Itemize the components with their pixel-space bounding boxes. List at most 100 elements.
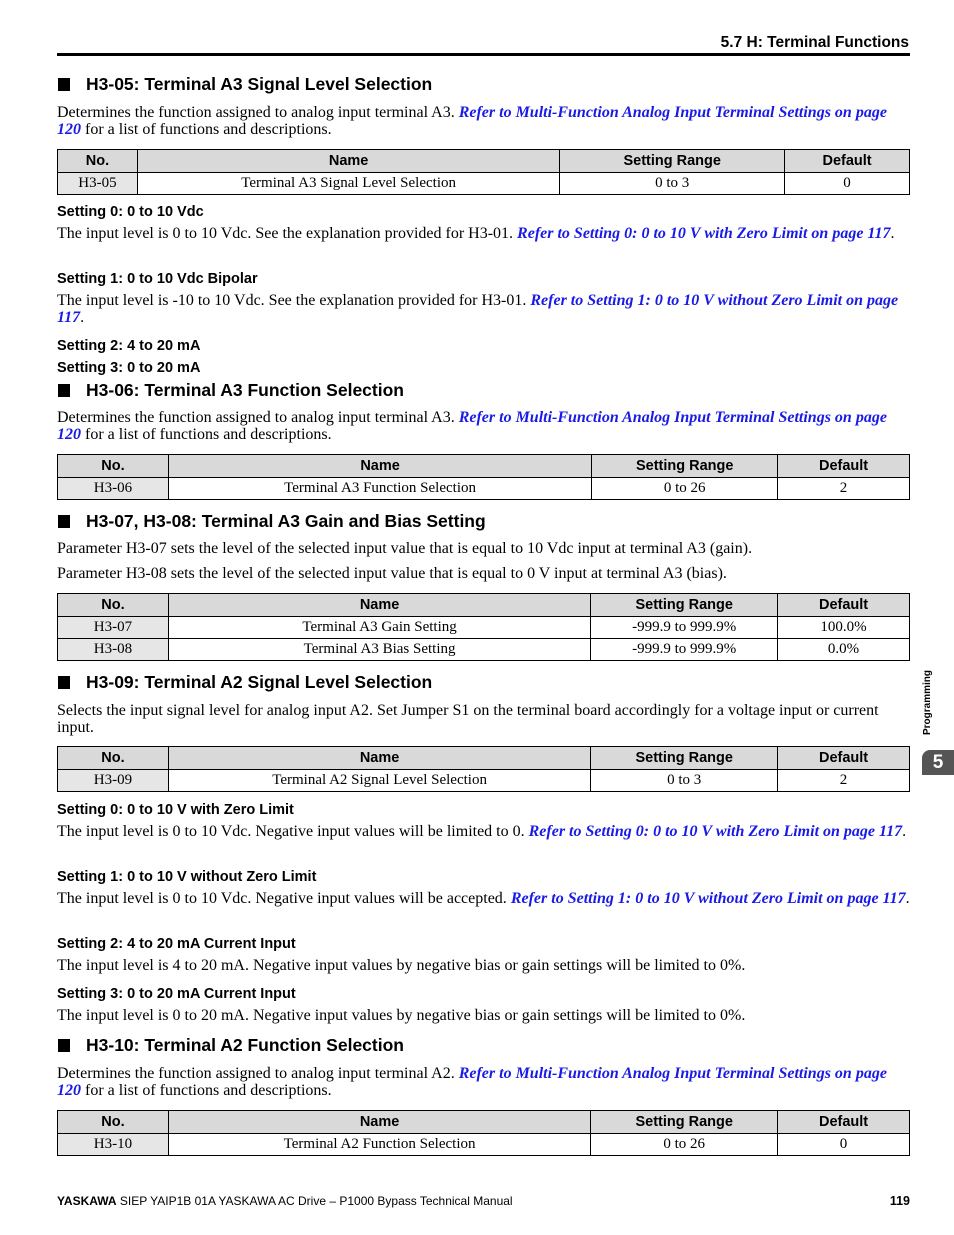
section-intro: Determines the function assigned to anal…	[57, 409, 910, 443]
column-header-name: Name	[167, 454, 593, 478]
cell-setting-range: 0 to 26	[591, 477, 779, 500]
cell-name: Terminal A3 Bias Setting	[167, 638, 592, 661]
cell-name: Terminal A3 Gain Setting	[167, 616, 592, 639]
table-row: H3-10 Terminal A2 Function Selection 0 t…	[57, 1133, 910, 1156]
parameter-table: No. Name Setting Range Default H3-07 Ter…	[57, 593, 910, 661]
cell-name: Terminal A3 Function Selection	[167, 477, 593, 500]
column-header-no: No.	[57, 1110, 169, 1134]
cell-no: H3-08	[57, 638, 169, 661]
setting-heading: Setting 0: 0 to 10 Vdc	[57, 204, 204, 220]
cell-setting-range: 0 to 3	[590, 769, 779, 792]
column-header-setting-range: Setting Range	[559, 149, 786, 173]
cross-reference-link[interactable]: Refer to Setting 1: 0 to 10 V without Ze…	[511, 890, 906, 907]
setting-text-tail: .	[80, 309, 85, 326]
header-title: 5.7 H: Terminal Functions	[720, 34, 909, 51]
square-bullet-icon	[58, 78, 70, 91]
chapter-tab[interactable]: 5	[922, 750, 954, 775]
setting-heading: Setting 3: 0 to 20 mA	[57, 360, 201, 376]
cell-setting-range: 0 to 3	[559, 172, 786, 195]
column-header-name: Name	[167, 746, 592, 770]
square-bullet-icon	[58, 676, 70, 689]
setting-text-tail: .	[890, 225, 895, 242]
cell-name: Terminal A2 Function Selection	[167, 1133, 592, 1156]
cell-name: Terminal A2 Signal Level Selection	[167, 769, 592, 792]
setting-text-tail: .	[905, 890, 910, 907]
setting-description: The input level is -10 to 10 Vdc. See th…	[57, 292, 910, 326]
intro-text: Determines the function assigned to anal…	[57, 1065, 459, 1082]
section-heading-text: H3-07, H3-08: Terminal A3 Gain and Bias …	[86, 511, 486, 531]
footer-doc-text: SIEP YAIP1B 01A YASKAWA AC Drive – P1000…	[116, 1194, 513, 1208]
parameter-table: No. Name Setting Range Default H3-05 Ter…	[57, 149, 910, 195]
cell-no: H3-07	[57, 616, 169, 639]
column-header-no: No.	[57, 746, 169, 770]
column-header-name: Name	[167, 1110, 592, 1134]
column-header-no: No.	[57, 454, 169, 478]
setting-text: The input level is 0 to 10 Vdc. Negative…	[57, 823, 529, 840]
footer-brand: YASKAWA	[57, 1194, 117, 1208]
section-heading-text: H3-09: Terminal A2 Signal Level Selectio…	[86, 672, 433, 692]
setting-heading: Setting 0: 0 to 10 V with Zero Limit	[57, 802, 294, 818]
table-header-row: No. Name Setting Range Default	[57, 454, 910, 478]
section-paragraph: Parameter H3-08 sets the level of the se…	[57, 565, 727, 582]
section-intro: Determines the function assigned to anal…	[57, 104, 910, 138]
cell-no: H3-09	[57, 769, 169, 792]
cross-reference-link[interactable]: Refer to Setting 0: 0 to 10 V with Zero …	[529, 823, 903, 840]
table-row: H3-07 Terminal A3 Gain Setting -999.9 to…	[57, 616, 910, 639]
setting-heading: Setting 2: 4 to 20 mA Current Input	[57, 936, 296, 952]
section-heading-h3-06: H3-06: Terminal A3 Function Selection	[57, 380, 404, 401]
cross-reference-link[interactable]: Refer to Setting 0: 0 to 10 V with Zero …	[517, 225, 891, 242]
section-heading-h3-07-h3-08: H3-07, H3-08: Terminal A3 Gain and Bias …	[57, 511, 486, 532]
cell-setting-range: -999.9 to 999.9%	[590, 638, 779, 661]
table-header-row: No. Name Setting Range Default	[57, 149, 910, 173]
column-header-no: No.	[57, 149, 138, 173]
table-header-row: No. Name Setting Range Default	[57, 1110, 910, 1134]
square-bullet-icon	[58, 515, 70, 528]
setting-text: The input level is 0 to 10 Vdc. Negative…	[57, 890, 511, 907]
setting-description: The input level is 4 to 20 mA. Negative …	[57, 957, 746, 974]
setting-description: The input level is 0 to 10 Vdc. Negative…	[57, 890, 910, 907]
parameter-table: No. Name Setting Range Default H3-09 Ter…	[57, 746, 910, 792]
cell-name: Terminal A3 Signal Level Selection	[136, 172, 561, 195]
chapter-side-label: Programming	[922, 669, 933, 735]
table-header-row: No. Name Setting Range Default	[57, 746, 910, 770]
section-intro: Determines the function assigned to anal…	[57, 1065, 910, 1099]
table-row: H3-05 Terminal A3 Signal Level Selection…	[57, 172, 910, 195]
setting-heading: Setting 3: 0 to 20 mA Current Input	[57, 986, 296, 1002]
cell-setting-range: -999.9 to 999.9%	[590, 616, 779, 639]
setting-text-tail: .	[902, 823, 907, 840]
cell-default: 0.0%	[777, 638, 910, 661]
cell-no: H3-05	[57, 172, 138, 195]
setting-description: The input level is 0 to 10 Vdc. See the …	[57, 225, 910, 242]
section-paragraph: Parameter H3-07 sets the level of the se…	[57, 540, 753, 557]
parameter-table: No. Name Setting Range Default H3-06 Ter…	[57, 454, 910, 500]
cell-default: 2	[777, 477, 910, 500]
column-header-no: No.	[57, 593, 169, 617]
table-row: H3-08 Terminal A3 Bias Setting -999.9 to…	[57, 638, 910, 661]
column-header-setting-range: Setting Range	[590, 746, 779, 770]
setting-heading: Setting 1: 0 to 10 V without Zero Limit	[57, 869, 317, 885]
section-heading-text: H3-05: Terminal A3 Signal Level Selectio…	[86, 74, 433, 94]
section-heading-text: H3-10: Terminal A2 Function Selection	[86, 1035, 404, 1055]
setting-description: The input level is 0 to 10 Vdc. Negative…	[57, 823, 910, 840]
column-header-default: Default	[777, 746, 910, 770]
square-bullet-icon	[58, 1039, 70, 1052]
section-heading-h3-05: H3-05: Terminal A3 Signal Level Selectio…	[57, 74, 432, 95]
cell-default: 0	[784, 172, 910, 195]
column-header-setting-range: Setting Range	[591, 454, 779, 478]
column-header-setting-range: Setting Range	[590, 593, 779, 617]
section-heading-h3-09: H3-09: Terminal A2 Signal Level Selectio…	[57, 672, 432, 693]
column-header-default: Default	[784, 149, 910, 173]
square-bullet-icon	[58, 384, 70, 397]
column-header-default: Default	[777, 454, 910, 478]
column-header-default: Default	[777, 1110, 910, 1134]
column-header-name: Name	[136, 149, 561, 173]
intro-text-tail: for a list of functions and descriptions…	[81, 1082, 332, 1099]
column-header-default: Default	[777, 593, 910, 617]
header-rule	[57, 53, 910, 56]
intro-text-tail: for a list of functions and descriptions…	[81, 121, 332, 138]
setting-text: The input level is -10 to 10 Vdc. See th…	[57, 292, 531, 309]
cell-default: 2	[777, 769, 910, 792]
footer-doc-title: YASKAWA SIEP YAIP1B 01A YASKAWA AC Drive…	[57, 1194, 513, 1208]
page-number: 119	[889, 1194, 910, 1208]
column-header-name: Name	[167, 593, 592, 617]
